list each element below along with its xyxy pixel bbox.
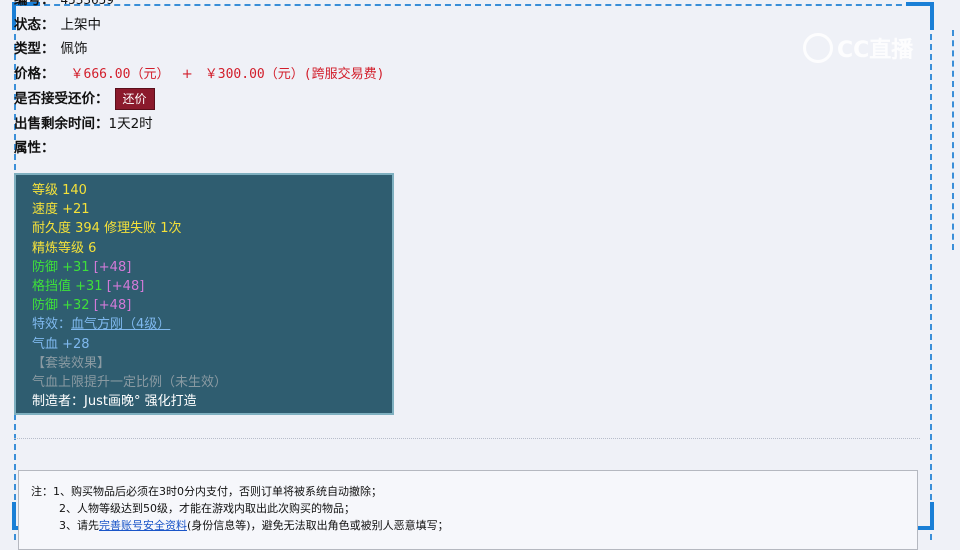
time-row: 出售剩余时间：1天2时: [14, 112, 384, 137]
attr-row: 属性：: [14, 136, 384, 161]
attr-maker: 制造者：Just画晚° 强化打造: [32, 394, 197, 410]
section-divider: [14, 438, 920, 439]
attr-label: 属性：: [14, 140, 55, 156]
attr-defense-2: 防御 +32 [+48]: [32, 296, 392, 315]
attr-level: 等级 140: [32, 183, 87, 198]
attribute-panel: 等级 140 速度 +21 耐久度 394 修理失败 1次 精炼等级 6 防御 …: [14, 173, 394, 415]
attr-defense-2-base: 防御 +32: [32, 298, 90, 314]
attr-effect: 特效：血气方刚（4级）: [32, 315, 392, 334]
price-row: 价格： ￥666.00（元） + ￥300.00（元）(跨服交易费): [14, 62, 384, 88]
status-row: 状态： 上架中: [14, 13, 384, 38]
security-info-link[interactable]: 完善账号安全资料: [99, 519, 187, 532]
watermark-text: CC直播: [837, 38, 914, 63]
attr-block-base: 格挡值 +31: [32, 279, 103, 295]
type-value: 佩饰: [60, 41, 88, 57]
time-label: 出售剩余时间：: [14, 115, 109, 132]
attr-set-title: 【套装效果】: [32, 355, 111, 371]
price-fee: ￥300.00（元）(跨服交易费): [204, 66, 385, 82]
attr-speed: 速度 +21: [32, 202, 90, 218]
attr-set-effect: 气血上限提升一定比例（未生效）: [32, 375, 228, 391]
attr-block: 格挡值 +31 [+48]: [32, 277, 392, 296]
status-label: 状态：: [14, 16, 55, 33]
notice-line-3-suffix: (身份信息等)，避免无法取出角色或被别人恶意填写；: [187, 519, 449, 532]
counter-label: 是否接受还价：: [14, 91, 109, 107]
price-label: 价格：: [14, 65, 55, 82]
counter-row: 是否接受还价： 还价: [14, 87, 384, 112]
notice-line-2: 2、人物等级达到50级，才能在游戏内取出此次购买的物品；: [59, 502, 355, 515]
stream-watermark: CC直播: [803, 32, 913, 64]
corner-top-right: [906, 2, 934, 30]
attr-effect-value: 血气方刚（4级）: [71, 317, 171, 333]
attr-hp: 气血 +28: [32, 336, 90, 352]
price-main: ￥666.00（元）: [70, 66, 170, 82]
attr-block-bonus: [+48]: [106, 279, 145, 295]
notice-line-3-prefix: 3、请先: [59, 519, 99, 532]
attr-defense-1: 防御 +31 [+48]: [32, 258, 392, 277]
watermark-logo-icon: [803, 33, 833, 63]
attr-defense-1-base: 防御 +31: [32, 259, 90, 275]
attr-durability: 耐久度 394 修理失败 1次: [32, 221, 182, 237]
type-label: 类型：: [14, 41, 55, 57]
price-plus: +: [181, 65, 193, 82]
notice-line-3: 3、请先完善账号安全资料(身份信息等)，避免无法取出角色或被别人恶意填写；: [31, 517, 917, 534]
attr-effect-prefix: 特效：: [32, 317, 72, 333]
id-row: 编号： 4533659: [14, 0, 384, 13]
attr-refine: 精炼等级 6: [32, 240, 97, 256]
frame-right-dash: [930, 4, 932, 540]
frame-right-dash-outer: [952, 30, 954, 250]
notice-line-1: 注：1、购买物品后必须在3时0分内支付，否则订单将被系统自动撤除；: [31, 485, 382, 498]
status-value: 上架中: [60, 16, 102, 33]
id-label: 编号：: [14, 0, 55, 8]
notice-box: 注：1、购买物品后必须在3时0分内支付，否则订单将被系统自动撤除； 2、人物等级…: [18, 470, 918, 550]
counter-offer-button[interactable]: 还价: [114, 88, 155, 110]
type-row: 类型： 佩饰: [14, 37, 384, 62]
attr-defense-1-bonus: [+48]: [93, 259, 132, 275]
time-value: 1天2时: [108, 115, 153, 132]
item-info: 编号： 4533659 状态： 上架中 类型： 佩饰 价格： ￥666.00（元） + ￥3…: [14, 0, 384, 161]
id-value: 4533659: [60, 0, 114, 7]
attr-defense-2-bonus: [+48]: [93, 298, 132, 314]
